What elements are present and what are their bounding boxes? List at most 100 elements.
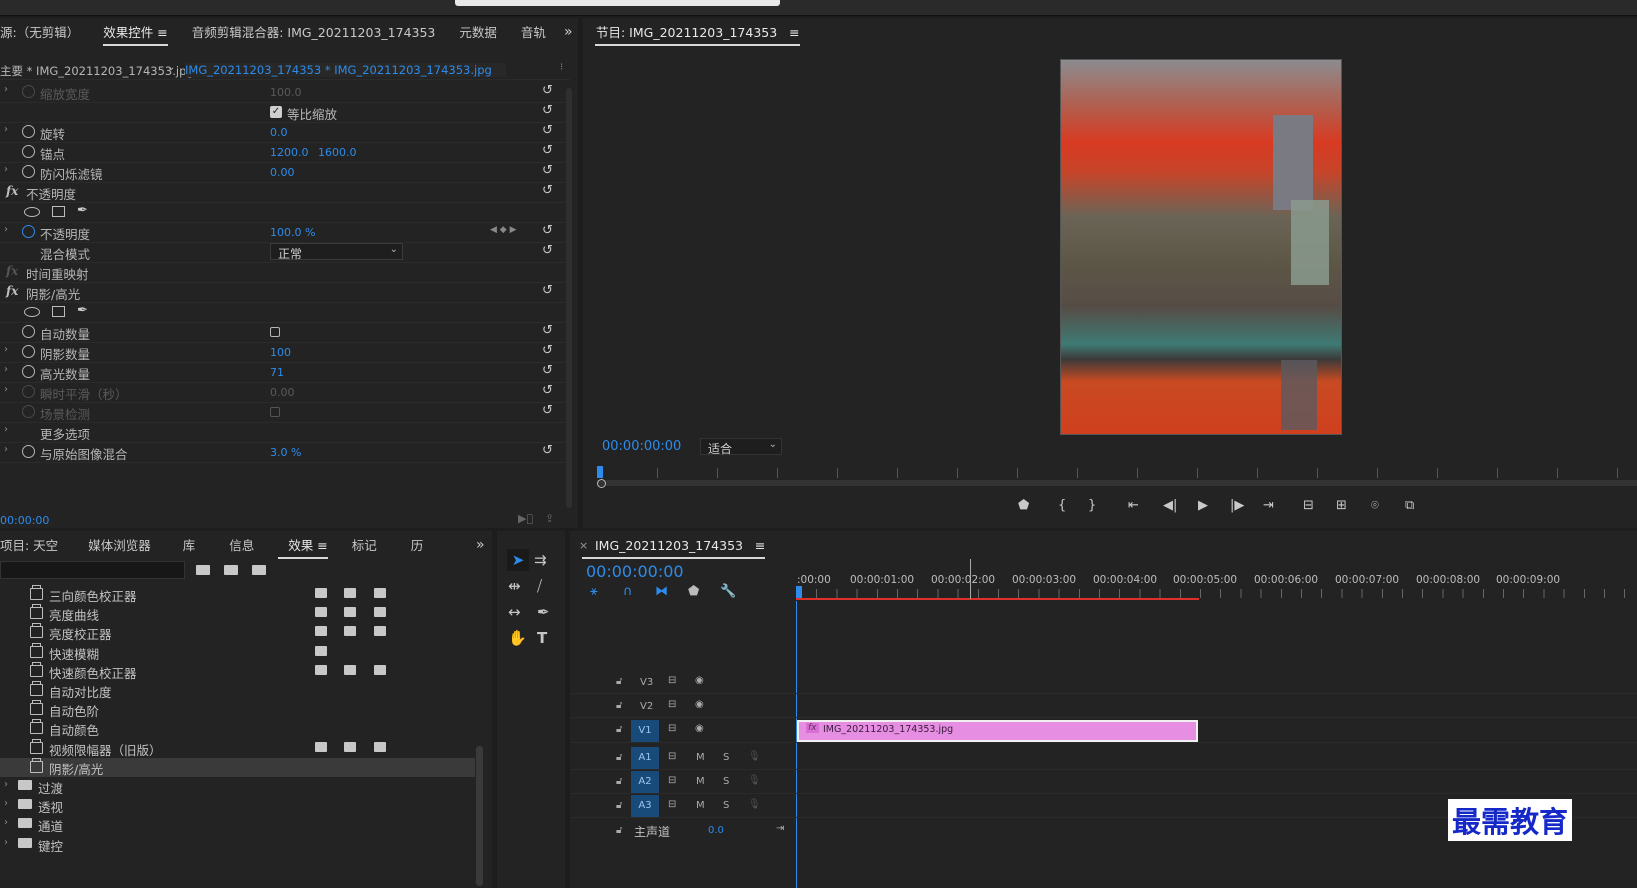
row-value[interactable]: 71: [270, 366, 284, 379]
solo-button[interactable]: S: [723, 752, 729, 763]
row-value[interactable]: 100.0: [270, 86, 302, 99]
lock-icon[interactable]: 🔓︎: [616, 700, 622, 711]
tab-markers[interactable]: 标记: [340, 531, 389, 561]
row-label[interactable]: 更多选项: [40, 424, 90, 443]
reset-icon[interactable]: ↺: [542, 343, 553, 358]
track-target-a2[interactable]: A2: [631, 771, 659, 793]
row-value[interactable]: 3.0 %: [270, 446, 301, 459]
stopwatch-icon[interactable]: [22, 345, 35, 358]
expand-icon[interactable]: ›: [4, 344, 8, 355]
accelerated-effects-icon[interactable]: [196, 565, 210, 575]
eye-icon[interactable]: ◉: [695, 723, 704, 734]
reset-icon[interactable]: ↺: [542, 403, 553, 418]
reset-icon[interactable]: ↺: [542, 283, 553, 298]
chevron-down-icon[interactable]: ⌄: [167, 62, 175, 73]
effect-item[interactable]: 阴影/高光: [0, 757, 475, 777]
nest-icon[interactable]: ⚹: [590, 584, 598, 599]
razor-icon[interactable]: ⧸: [537, 577, 542, 595]
uniform-scale-checkbox[interactable]: ✓: [270, 106, 282, 118]
reset-icon[interactable]: ↺: [542, 123, 553, 138]
tab-metadata[interactable]: 元数据: [447, 18, 509, 48]
track-target-a3[interactable]: A3: [631, 795, 659, 817]
auto-amount-checkbox[interactable]: [270, 327, 280, 337]
reset-icon[interactable]: ↺: [542, 363, 553, 378]
search-box[interactable]: [455, 0, 780, 6]
marker-icon[interactable]: ⬟: [1018, 498, 1029, 513]
effect-item[interactable]: 自动对比度: [0, 681, 475, 700]
expand-icon[interactable]: ›: [4, 224, 8, 235]
effect-controls-timecode[interactable]: 00:00:00: [0, 514, 49, 527]
sequence-clip-label[interactable]: IMG_20211203_174353 * IMG_20211203_17435…: [185, 63, 506, 77]
hamburger-menu-icon[interactable]: ≡: [789, 25, 799, 40]
selection-tool[interactable]: ➤: [507, 549, 529, 571]
reset-icon[interactable]: ↺: [542, 143, 553, 158]
mark-out-icon[interactable]: }: [1088, 498, 1096, 513]
stopwatch-icon[interactable]: [22, 125, 35, 138]
mute-button[interactable]: M: [696, 776, 705, 787]
reset-icon[interactable]: ↺: [542, 103, 553, 118]
microphone-icon[interactable]: 🎙︎: [748, 751, 761, 762]
tab-media-browser[interactable]: 媒体浏览器: [70, 531, 163, 561]
mute-button[interactable]: M: [696, 752, 705, 763]
track-target-v1[interactable]: V1: [631, 720, 659, 742]
master-value[interactable]: 0.0: [708, 825, 724, 836]
tab-effect-controls[interactable]: 效果控件 ≡: [91, 18, 179, 48]
blend-mode-select[interactable]: 正常 ⌄: [270, 243, 403, 261]
effect-folder[interactable]: › 键控: [0, 835, 475, 854]
row-value[interactable]: 0.00: [270, 386, 295, 399]
eye-icon[interactable]: ◉: [695, 699, 704, 710]
timeline-timecode[interactable]: 00:00:00:00: [586, 562, 684, 581]
expand-icon[interactable]: ›: [4, 444, 8, 455]
hand-icon[interactable]: ✋: [508, 629, 527, 647]
reset-icon[interactable]: ↺: [542, 323, 553, 338]
track-label[interactable]: V2: [640, 701, 653, 712]
expand-icon[interactable]: ›: [4, 84, 8, 95]
pen-icon[interactable]: ✒: [537, 603, 550, 621]
tab-info[interactable]: 信息: [207, 531, 266, 561]
linked-select-icon[interactable]: ⧓: [655, 584, 668, 599]
play-icon[interactable]: ▶: [1198, 498, 1208, 513]
effect-item[interactable]: 快速模糊: [0, 642, 475, 662]
row-value[interactable]: 0.0: [270, 126, 288, 139]
effect-item[interactable]: 亮度校正器: [0, 623, 475, 642]
32bit-effects-icon[interactable]: [224, 565, 238, 575]
solo-button[interactable]: S: [723, 800, 729, 811]
expand-icon[interactable]: ›: [4, 364, 8, 375]
tab-audio-track[interactable]: 音轨: [509, 18, 558, 48]
row-value[interactable]: 100.0 %: [270, 226, 315, 239]
tab-source[interactable]: 源:（无剪辑）: [0, 18, 91, 48]
microphone-icon[interactable]: 🎙︎: [748, 799, 761, 810]
effect-item[interactable]: 三向颜色校正器: [0, 585, 475, 604]
expand-icon[interactable]: ›: [4, 384, 8, 395]
reset-icon[interactable]: ↺: [542, 243, 553, 258]
effect-item[interactable]: 自动色阶: [0, 700, 475, 719]
track-target-a1[interactable]: A1: [631, 747, 659, 769]
go-to-end-icon[interactable]: ⇥: [776, 823, 784, 834]
pen-mask-icon[interactable]: ✒: [77, 303, 88, 318]
go-to-out-icon[interactable]: ⇥: [1263, 498, 1274, 513]
ellipse-mask-icon[interactable]: [24, 307, 40, 317]
render-icon[interactable]: ▶⃒: [518, 512, 533, 525]
sync-lock-icon[interactable]: ⊟: [668, 775, 676, 786]
step-back-icon[interactable]: ◀|: [1163, 498, 1177, 513]
lock-icon[interactable]: 🔓︎: [616, 825, 622, 836]
mark-in-icon[interactable]: {: [1058, 498, 1066, 513]
sync-lock-icon[interactable]: ⊟: [668, 751, 676, 762]
reset-icon[interactable]: ↺: [542, 443, 553, 458]
step-forward-icon[interactable]: |▶: [1230, 498, 1244, 513]
rectangle-mask-icon[interactable]: [52, 306, 65, 317]
mute-button[interactable]: M: [696, 800, 705, 811]
lock-icon[interactable]: 🔓︎: [616, 724, 622, 735]
panel-menu-icon[interactable]: ⁝: [560, 62, 563, 73]
ripple-edit-icon[interactable]: ⇹: [508, 577, 521, 595]
hamburger-menu-icon[interactable]: ≡: [755, 538, 765, 553]
effect-item[interactable]: 快速颜色校正器: [0, 661, 475, 681]
hamburger-menu-icon[interactable]: ≡: [317, 538, 327, 553]
hamburger-menu-icon[interactable]: ≡: [157, 25, 167, 40]
fx-icon[interactable]: fx: [6, 184, 18, 198]
expand-icon[interactable]: ›: [4, 164, 8, 175]
slip-icon[interactable]: ↔: [508, 603, 521, 621]
effect-item[interactable]: 亮度曲线: [0, 604, 475, 623]
reset-icon[interactable]: ↺: [542, 83, 553, 98]
export-icon[interactable]: ⇪: [545, 512, 554, 525]
